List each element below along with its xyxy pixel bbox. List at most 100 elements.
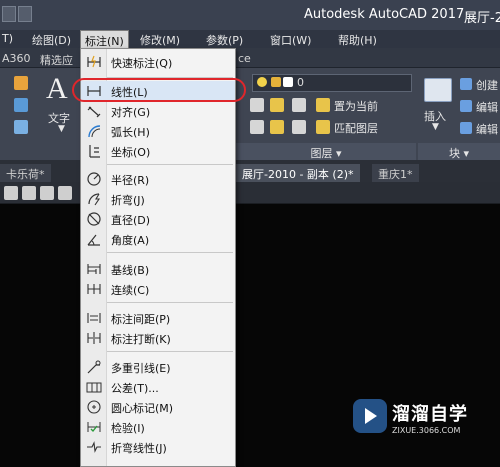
menu-item-radius[interactable]: 半径(R) — [81, 169, 235, 189]
menu-item-dim-break[interactable]: 标注打断(K) — [81, 328, 235, 348]
layer-dropdown[interactable]: 0 — [252, 74, 412, 92]
menu-dimension[interactable]: 标注(N) — [80, 30, 129, 48]
document-title: 展厅-2( — [464, 11, 500, 26]
menu-item-multileader[interactable]: 多重引线(E) — [81, 357, 235, 377]
lightbulb-icon — [257, 77, 267, 87]
menu-item-ordinate[interactable]: 坐标(O) — [81, 141, 235, 161]
doc-tab[interactable]: 重庆1* — [372, 164, 419, 182]
block-panel-footer[interactable]: 块 ▾ — [418, 143, 500, 160]
edit-label[interactable]: 编辑 — [476, 99, 498, 115]
menu-tools[interactable]: T) — [2, 32, 13, 45]
watermark-url: ZIXUE.3066.COM — [392, 426, 461, 435]
window-title: Autodesk AutoCAD 2017 — [304, 7, 465, 22]
diameter-icon — [87, 212, 101, 226]
menu-modify[interactable]: 修改(M) — [140, 32, 180, 48]
menu-item-arc-length[interactable]: 弧长(H) — [81, 121, 235, 141]
menu-item-jogged-linear[interactable]: 折弯线性(J) — [81, 437, 235, 457]
layer-tool-icon[interactable] — [292, 98, 306, 112]
layer-tool-icon[interactable] — [270, 98, 284, 112]
block-panel-title: 块 — [448, 147, 460, 160]
edit-block-icon[interactable] — [460, 100, 472, 112]
edit-attributes-icon[interactable] — [460, 122, 472, 134]
tab-performance[interactable]: ce — [238, 52, 251, 65]
tab-featured-apps[interactable]: 精选应 — [40, 52, 73, 68]
create-label[interactable]: 创建 — [476, 77, 498, 93]
menu-window[interactable]: 窗口(W) — [270, 32, 311, 48]
text-icon[interactable]: A — [46, 72, 68, 106]
radius-icon — [87, 172, 101, 186]
layer-tool-icon[interactable] — [250, 98, 264, 112]
menu-item-angular[interactable]: 角度(A) — [81, 229, 235, 249]
quick-access-dropdown-icon[interactable] — [18, 6, 32, 22]
menu-item-diameter[interactable]: 直径(D) — [81, 209, 235, 229]
doc-tab-active[interactable]: 展厅-2010 - 副本 (2)* — [236, 164, 360, 182]
ribbon-tabs: A360 精选应 ce — [0, 48, 500, 68]
menu-item-tolerance[interactable]: 公差(T)... — [81, 377, 235, 397]
edit-attributes-label[interactable]: 编辑 — [476, 121, 498, 137]
layers-panel-footer[interactable]: 图层 ▾ — [236, 143, 416, 160]
set-current-icon[interactable] — [316, 98, 330, 112]
doc-tab[interactable]: 卡乐荷* — [0, 164, 51, 182]
menu-item-label: 直径(D) — [111, 214, 151, 227]
menu-item-label: 折弯(J) — [111, 194, 145, 207]
menu-item-label: 标注间距(P) — [111, 313, 171, 326]
chevron-down-icon[interactable]: ▼ — [58, 124, 65, 134]
pencil-icon[interactable] — [14, 76, 28, 90]
menu-divider — [107, 302, 233, 303]
layer-name: 0 — [297, 76, 304, 89]
menu-item-jogged[interactable]: 折弯(J) — [81, 189, 235, 209]
inspection-icon — [87, 422, 101, 433]
dim-break-icon — [87, 332, 101, 344]
menu-item-label: 检验(I) — [111, 422, 145, 435]
menu-item-label: 坐标(O) — [111, 146, 151, 159]
menu-item-quick-dimension[interactable]: 快速标注(Q) — [81, 52, 235, 72]
edit-icon[interactable] — [14, 98, 28, 112]
center-mark-icon — [87, 400, 101, 414]
toolbar-icon[interactable] — [40, 186, 54, 200]
toolbar-icon[interactable] — [22, 186, 36, 200]
menu-item-aligned[interactable]: 对齐(G) — [81, 101, 235, 121]
annotation-icon[interactable] — [14, 120, 28, 134]
menu-item-continue[interactable]: 连续(C) — [81, 279, 235, 299]
match-layer-label[interactable]: 匹配图层 — [334, 120, 378, 136]
dimension-menu: 快速标注(Q) 线性(L) 对齐(G) 弧长(H) 坐标(O) 半径(R) 折弯… — [80, 48, 236, 467]
menu-item-dim-space[interactable]: 标注间距(P) — [81, 308, 235, 328]
menu-item-label: 标注打断(K) — [111, 333, 171, 346]
layer-tool-icon[interactable] — [292, 120, 306, 134]
multileader-icon — [87, 360, 101, 374]
layer-tool-icon[interactable] — [250, 120, 264, 134]
menu-item-label: 连续(C) — [111, 284, 150, 297]
tab-a360[interactable]: A360 — [2, 52, 31, 65]
match-layer-icon[interactable] — [316, 120, 330, 134]
menu-item-label: 多重引线(E) — [111, 362, 171, 375]
toolbar-icon[interactable] — [4, 186, 18, 200]
menu-item-inspection[interactable]: 检验(I) — [81, 417, 235, 437]
menu-item-label: 公差(T)... — [111, 382, 159, 395]
menu-draw[interactable]: 绘图(D) — [32, 32, 71, 48]
insert-block-icon[interactable] — [424, 78, 452, 102]
chevron-down-icon[interactable]: ▼ — [432, 122, 439, 132]
tolerance-icon — [86, 382, 102, 393]
menu-item-label: 弧长(H) — [111, 126, 150, 139]
jogged-linear-icon — [87, 441, 101, 453]
layer-tool-icon[interactable] — [270, 120, 284, 134]
menu-item-baseline[interactable]: 基线(B) — [81, 259, 235, 279]
menu-bar: T) 绘图(D) 标注(N) 修改(M) 参数(P) 窗口(W) 帮助(H) — [0, 30, 500, 48]
lock-icon — [271, 77, 281, 87]
set-current-label[interactable]: 置为当前 — [334, 98, 378, 114]
menu-item-label: 对齐(G) — [111, 106, 151, 119]
menu-divider — [107, 252, 233, 253]
quick-dimension-icon — [87, 55, 101, 68]
menu-parametric[interactable]: 参数(P) — [206, 32, 243, 48]
menu-help[interactable]: 帮助(H) — [338, 32, 377, 48]
continue-icon — [87, 284, 101, 294]
toolbar-icon[interactable] — [58, 186, 72, 200]
menu-item-center-mark[interactable]: 圆心标记(M) — [81, 397, 235, 417]
create-block-icon[interactable] — [460, 78, 472, 90]
menu-item-label: 半径(R) — [111, 174, 150, 187]
arc-length-icon — [88, 125, 101, 138]
watermark-logo-icon — [353, 399, 387, 433]
menu-item-label: 快速标注(Q) — [111, 57, 173, 70]
menu-divider — [107, 164, 233, 165]
quick-access-button[interactable] — [2, 6, 16, 22]
